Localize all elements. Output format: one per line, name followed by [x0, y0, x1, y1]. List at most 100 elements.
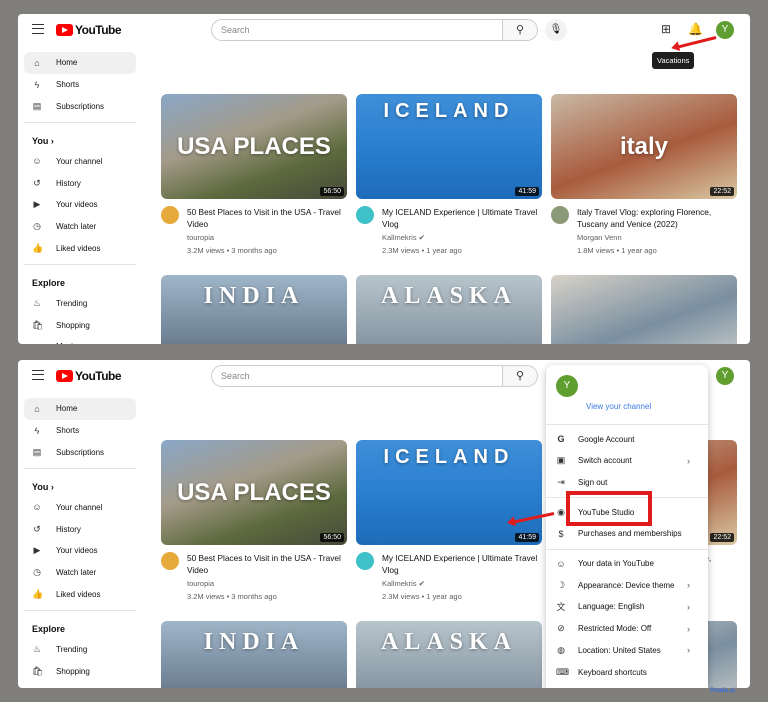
video-thumbnail[interactable]: INDIA [161, 275, 347, 344]
like-icon: 👍 [32, 588, 44, 599]
sidebar-item-shorts[interactable]: ϟ Shorts [24, 420, 136, 442]
search-placeholder: Search [221, 371, 250, 381]
you-section-heading[interactable]: You › [24, 128, 136, 150]
sidebar-item-home[interactable]: ⌂ Home [24, 52, 136, 74]
channel-name[interactable]: touropia [187, 232, 347, 243]
sidebar-item-subscriptions[interactable]: ▤ Subscriptions [24, 96, 136, 118]
sidebar-item-home[interactable]: ⌂ Home [24, 398, 136, 420]
channel-name[interactable]: touropia [187, 578, 347, 589]
video-thumbnail[interactable] [551, 275, 737, 344]
sidebar-item-label: Trending [56, 298, 88, 308]
sidebar-item-history[interactable]: ↺ History [24, 172, 136, 194]
sidebar-item-history[interactable]: ↺ History [24, 518, 136, 540]
channel-icon: ☺ [32, 502, 42, 513]
account-avatar-button[interactable]: Y [716, 367, 734, 385]
youtube-logo[interactable]: YouTube [56, 23, 122, 37]
menu-item-keyboard-shortcuts[interactable]: ⌨ Keyboard shortcuts [546, 662, 708, 682]
channel-avatar[interactable] [356, 206, 374, 224]
video-stats: 3.2M views • 3 months ago [187, 592, 277, 601]
sidebar-item-shorts[interactable]: ϟ Shorts [24, 74, 136, 96]
video-thumbnail[interactable]: ALASKA [356, 275, 542, 344]
view-channel-link[interactable]: View your channel [586, 402, 651, 411]
menu-item-switch-account[interactable]: ▣ Switch account › [546, 451, 708, 471]
thumbnail-text: ALASKA [380, 629, 518, 655]
sidebar-item-liked-videos[interactable]: 👍 Liked videos [24, 238, 136, 260]
chevron-right-icon: › [48, 136, 54, 147]
sidebar-item-shopping[interactable]: 🛍 Shopping [24, 314, 136, 336]
channel-name[interactable]: Kallmekris ✔ [382, 232, 542, 243]
sidebar-item-label: Home [56, 58, 78, 68]
video-card[interactable]: ICELAND 41:59 My ICELAND Experience | Ulti… [356, 94, 542, 256]
menu-item-your-data-in-youtube[interactable]: ☺ Your data in YouTube [546, 554, 708, 574]
sidebar-item-watch-later[interactable]: ◷ Watch later [24, 562, 136, 584]
chevron-right-icon: › [48, 482, 54, 493]
hamburger-menu-button[interactable] [32, 370, 44, 380]
sidebar-item-trending[interactable]: ♨ Trending [24, 638, 136, 660]
video-card[interactable] [551, 275, 737, 344]
video-title[interactable]: Italy Travel Vlog: exploring Florence, T… [577, 206, 737, 230]
channel-name[interactable]: Kallmekris ✔ [382, 578, 542, 589]
sidebar-item-your-videos[interactable]: ▶ Your videos [24, 194, 136, 216]
hamburger-menu-button[interactable] [32, 24, 44, 34]
account-avatar-button[interactable]: Y [716, 21, 734, 39]
history-icon: ↺ [33, 523, 41, 534]
voice-search-button[interactable]: 🎙 [545, 19, 567, 41]
you-section-heading[interactable]: You › [24, 474, 136, 496]
menu-item-purchases-and-memberships[interactable]: $ Purchases and memberships [546, 524, 708, 544]
menu-item-appearance-device-theme[interactable]: ☽ Appearance: Device theme › [546, 575, 708, 595]
video-card[interactable]: INDIA [161, 275, 347, 344]
video-thumbnail[interactable]: USA PLACES 56:50 [161, 440, 347, 545]
you-heading: You [32, 136, 49, 147]
sidebar-item-your-channel[interactable]: ☺ Your channel [24, 496, 136, 518]
create-button[interactable]: ⊞ [661, 22, 671, 36]
video-thumbnail[interactable]: ICELAND 41:59 [356, 440, 542, 545]
notifications-button[interactable]: 🔔 [688, 22, 703, 36]
menu-item-sign-out[interactable]: ⇥ Sign out [546, 472, 708, 492]
channel-avatar[interactable] [161, 552, 179, 570]
menu-item-restricted-mode-off[interactable]: ⊘ Restricted Mode: Off › [546, 619, 708, 639]
video-card[interactable]: USA PLACES 56:50 50 Best Places to Visit i… [161, 94, 347, 256]
menu-item-label: Appearance: Device theme [578, 580, 675, 590]
sidebar-item-liked-videos[interactable]: 👍 Liked videos [24, 584, 136, 606]
video-card[interactable]: ALASKA [356, 621, 542, 688]
search-button[interactable]: ⚲ [502, 365, 538, 387]
video-card[interactable]: ALASKA [356, 275, 542, 344]
video-thumbnail[interactable]: ICELAND 41:59 [356, 94, 542, 199]
video-card[interactable]: italy 22:52 Italy Travel Vlog: exploring F… [551, 94, 737, 256]
menu-item-google-account[interactable]: G Google Account [546, 429, 708, 449]
video-thumbnail[interactable]: italy 22:52 [551, 94, 737, 199]
video-card[interactable]: INDIA [161, 621, 347, 688]
menu-item-label: Sign out [578, 477, 608, 487]
menu-item-label: Restricted Mode: Off [578, 624, 652, 634]
sidebar-item-watch-later[interactable]: ◷ Watch later [24, 216, 136, 238]
video-title[interactable]: My ICELAND Experience | Ultimate Travel … [382, 206, 542, 230]
sidebar-item-label: History [56, 178, 81, 188]
channel-avatar[interactable] [161, 206, 179, 224]
subscriptions-icon: ▤ [32, 446, 42, 457]
sidebar-item-music[interactable]: ♪Music [24, 682, 136, 689]
video-card[interactable]: USA PLACES 56:50 50 Best Places to Visit i… [161, 440, 347, 602]
channel-name[interactable]: Morgan Venn [577, 232, 737, 243]
channel-avatar[interactable] [551, 206, 569, 224]
menu-item-language-english[interactable]: 文 Language: English › [546, 597, 708, 617]
sidebar-item-your-videos[interactable]: ▶ Your videos [24, 540, 136, 562]
switch-account-icon: ▣ [556, 455, 566, 466]
home-icon: ⌂ [34, 57, 40, 68]
sidebar-item-music[interactable]: ♪Music [24, 336, 136, 344]
search-input[interactable]: Search [211, 365, 503, 387]
video-title[interactable]: 50 Best Places to Visit in the USA - Tra… [187, 552, 347, 576]
channel-avatar[interactable] [356, 552, 374, 570]
menu-item-location-united-states[interactable]: ◍ Location: United States › [546, 640, 708, 660]
video-thumbnail[interactable]: INDIA [161, 621, 347, 688]
video-title[interactable]: 50 Best Places to Visit in the USA - Tra… [187, 206, 347, 230]
sidebar-item-shopping[interactable]: 🛍 Shopping [24, 660, 136, 682]
search-button[interactable]: ⚲ [502, 19, 538, 41]
video-thumbnail[interactable]: USA PLACES 56:50 [161, 94, 347, 199]
youtube-logo[interactable]: YouTube [56, 369, 122, 383]
video-title[interactable]: My ICELAND Experience | Ultimate Travel … [382, 552, 542, 576]
sidebar-item-your-channel[interactable]: ☺ Your channel [24, 150, 136, 172]
search-input[interactable]: Search [211, 19, 503, 41]
video-thumbnail[interactable]: ALASKA [356, 621, 542, 688]
sidebar-item-trending[interactable]: ♨ Trending [24, 292, 136, 314]
sidebar-item-subscriptions[interactable]: ▤ Subscriptions [24, 442, 136, 464]
